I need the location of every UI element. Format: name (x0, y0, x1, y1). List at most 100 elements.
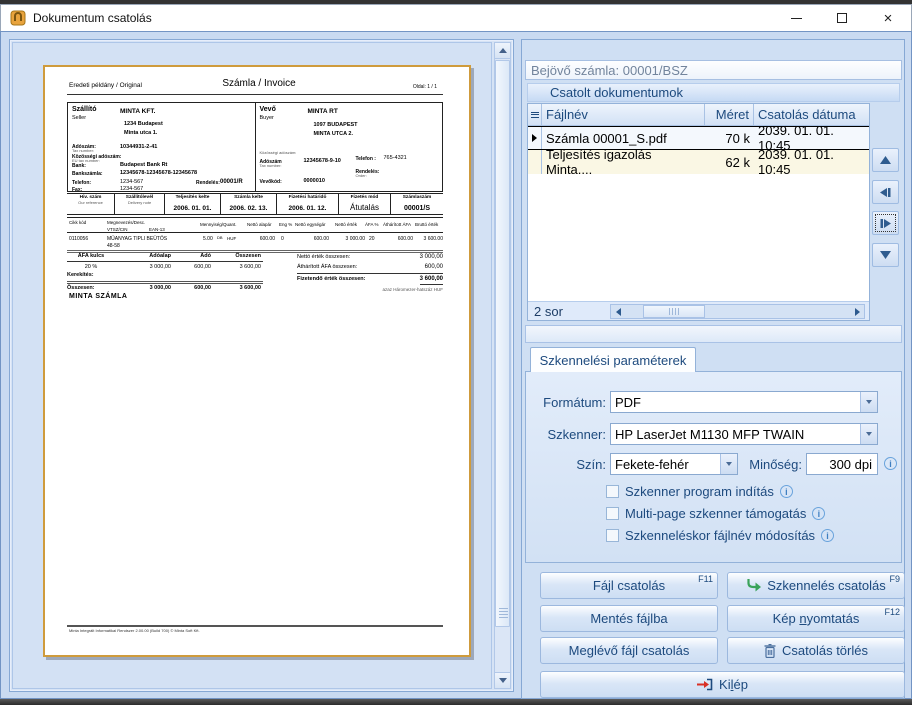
total-payable-value: 3 600,00 (420, 276, 443, 284)
seller-tax-no: 10344931-2-41 (120, 144, 157, 151)
grid-horizontal-scrollbar[interactable] (610, 304, 865, 319)
arrow-down-icon (880, 251, 891, 259)
background-window-sliver-bottom (0, 699, 912, 705)
scroll-left-button[interactable] (611, 305, 625, 318)
info-icon[interactable]: i (780, 485, 793, 498)
move-up-button[interactable] (872, 148, 899, 172)
cell-date: 2039. 01. 01. 10:45 (754, 150, 869, 174)
print-image-label: Kép nyomtatás (773, 611, 860, 626)
titlebar: Dokumentum csatolás × (0, 4, 912, 31)
color-dropdown-button[interactable] (720, 454, 737, 474)
seller-account-label: Bankszámla: (72, 171, 103, 177)
meta-v-4: 2006. 01. 12. (277, 205, 338, 213)
close-button[interactable]: × (865, 5, 911, 31)
app-icon (10, 10, 26, 26)
previous-record-button[interactable] (872, 180, 899, 204)
scroll-thumb[interactable] (495, 60, 510, 627)
option-row: Multi-page szkenner támogatás i (606, 506, 825, 521)
color-label: Szín: (526, 457, 606, 472)
meta-v-2: 2006. 01. 01. (165, 205, 220, 213)
tab-scan-parameters[interactable]: Szkennelési paraméterek (530, 347, 696, 372)
delete-attachment-button[interactable]: Csatolás törlés (727, 637, 905, 664)
seller-order: 00001/R (220, 179, 243, 186)
format-dropdown-button[interactable] (860, 392, 877, 412)
ih-ean: EAN-13 (149, 227, 165, 232)
vat-r1-c2: 3 000,00 (115, 264, 171, 271)
row-indicator (528, 150, 542, 174)
move-down-button[interactable] (872, 243, 899, 267)
start-scanner-program-checkbox[interactable] (606, 485, 619, 498)
vat-r1-c4: 3 600,00 (211, 264, 261, 271)
invoice-parties: Szállító Seller MINTA KFT. 1234 Budapest… (67, 102, 443, 192)
vat-r1-c1: 20 % (67, 264, 115, 271)
print-image-button[interactable]: Kép nyomtatás F12 (727, 605, 905, 632)
format-value: PDF (611, 395, 860, 410)
cell-filename: Teljesítés igazolás Minta.... (542, 150, 705, 174)
scan-and-attach-label: Szkennelés csatolás (767, 578, 886, 593)
scanner-value: HP LaserJet M1130 MFP TWAIN (611, 427, 860, 442)
hscroll-thumb[interactable] (643, 305, 705, 318)
total-payable-label: Fizetendő érték összesen: (297, 276, 365, 284)
seller-order-label: Rendelés: (196, 180, 220, 186)
table-row[interactable]: Teljesítés igazolás Minta.... 62 k 2039.… (528, 150, 869, 174)
seller-fax: 1234-567 (120, 186, 143, 193)
arrow-next-icon (880, 219, 891, 228)
save-to-file-button[interactable]: Mentés fájlba (540, 605, 718, 632)
item-currency: HUF (227, 236, 236, 241)
format-select[interactable]: PDF (610, 391, 878, 413)
grid-header-gutter[interactable] (528, 104, 542, 125)
invoice-page-preview: Eredeti példány / Original Számla / Invo… (43, 65, 471, 657)
vat-total-1: 3 000,00 (115, 285, 171, 292)
option-row: Szkenneléskor fájlnév módosítás i (606, 528, 834, 543)
scroll-up-button[interactable] (495, 43, 510, 59)
buyer-eu-tax-label: Közösségi adószám: (260, 151, 297, 156)
maximize-button[interactable] (819, 5, 865, 31)
maximize-icon (837, 13, 847, 23)
chevron-down-icon (726, 462, 732, 466)
ih-unit-price: Nettó egységár (295, 222, 326, 227)
invoice-watermark: MINTA SZÁMLA (69, 293, 128, 301)
attach-existing-file-button[interactable]: Meglévő fájl csatolás (540, 637, 718, 664)
info-icon[interactable]: i (821, 529, 834, 542)
next-record-button[interactable] (872, 211, 899, 235)
rename-on-scan-checkbox[interactable] (606, 529, 619, 542)
column-header-filename[interactable]: Fájlnév (542, 104, 705, 125)
vat-total-label: Összesen: (67, 285, 115, 292)
seller-zip-city: 1234 Budapest (124, 121, 163, 128)
preview-vertical-scrollbar[interactable] (494, 42, 511, 689)
column-header-size[interactable]: Méret (705, 104, 754, 125)
seller-label: Szállító (72, 106, 97, 114)
multipage-scanner-checkbox[interactable] (606, 507, 619, 520)
buyer-order-sub: Order: (356, 174, 367, 179)
scroll-right-icon (855, 308, 860, 316)
scan-and-attach-button[interactable]: Szkennelés csatolás F9 (727, 572, 905, 599)
cell-size: 70 k (705, 127, 754, 149)
invoice-buyer-box: Vevő Buyer MINTA RT 1097 BUDAPEST MINTA … (256, 103, 443, 191)
scroll-down-icon (499, 678, 507, 683)
buyer-zip-city: 1097 BUDAPEST (314, 122, 358, 129)
column-header-date[interactable]: Csatolás dátuma (754, 104, 869, 125)
scanner-select[interactable]: HP LaserJet M1130 MFP TWAIN (610, 423, 878, 445)
current-row-icon (532, 134, 537, 142)
exit-button[interactable]: Kilép (540, 671, 905, 698)
scroll-down-button[interactable] (495, 672, 510, 688)
info-icon[interactable]: i (812, 507, 825, 520)
minimize-button[interactable] (773, 5, 819, 31)
invoice-footer-rule (67, 625, 443, 627)
quality-info-icon[interactable]: i (884, 457, 897, 470)
attach-file-button[interactable]: Fájl csatolás F11 (540, 572, 718, 599)
invoice-page-number: Oldal: 1 / 1 (413, 84, 437, 90)
color-select[interactable]: Fekete-fehér (610, 453, 738, 475)
scanner-dropdown-button[interactable] (860, 424, 877, 444)
quality-input[interactable]: 300 dpi (806, 453, 878, 475)
scanner-label: Szkenner: (526, 427, 606, 442)
total-net-value: 3 000,00 (420, 254, 443, 261)
vat-h2: Adóalap (115, 253, 171, 260)
hscroll-grip (668, 308, 680, 315)
buyer-label-en: Buyer (260, 115, 274, 122)
seller-account: 12345678-12345678-12345678 (120, 170, 197, 177)
scroll-right-button[interactable] (850, 305, 864, 318)
cell-date: 2039. 01. 01. 10:45 (754, 127, 869, 149)
buyer-tax-sub: Tax number: (260, 164, 282, 169)
meta-v-6: 00001/S (391, 205, 443, 213)
